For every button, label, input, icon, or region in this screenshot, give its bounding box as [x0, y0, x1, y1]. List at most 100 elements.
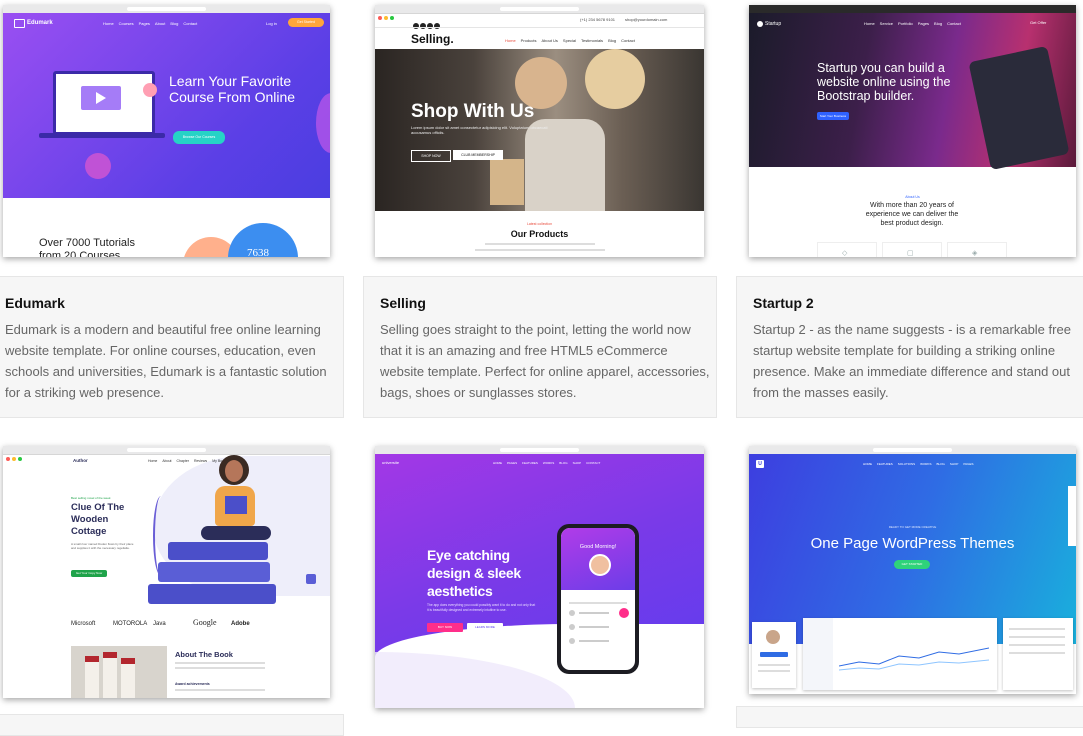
browse-courses-button[interactable]: Browse Our Courses [173, 131, 225, 144]
profile-card-mockup [752, 622, 796, 688]
wp-logo[interactable]: U [756, 460, 764, 468]
laptop-base [39, 133, 165, 138]
cube-icon: ◇ [842, 250, 848, 257]
nav-item[interactable]: Special [563, 38, 576, 43]
circle-shape [85, 153, 111, 179]
nav-item[interactable]: Contact [183, 21, 197, 26]
buy-now-button[interactable]: BUY NOW [427, 623, 463, 632]
nav-item[interactable]: Portfolio [898, 21, 913, 26]
app-logo[interactable]: universite [382, 460, 399, 465]
nav-item[interactable]: FEATURES [877, 462, 893, 466]
brand-google: Google [193, 618, 217, 627]
browser-chrome [749, 5, 1076, 20]
app-preview[interactable]: universite HOME PAGES FEATURES WORKS BLOG SHO… [375, 446, 704, 708]
stat-number: 7638 [247, 247, 269, 257]
get-offer-link[interactable]: Get Offer [1030, 20, 1046, 25]
nav-item[interactable]: About Us [541, 38, 557, 43]
nav-item[interactable]: SHOP [573, 461, 582, 465]
phone-greeting: Good Morning! [579, 544, 617, 550]
app-nav: HOME PAGES FEATURES WORKS BLOG SHOP CONTACT [493, 461, 605, 465]
section-title: Our Products [510, 229, 569, 239]
shopping-bag [490, 159, 524, 205]
feature-box: ◇ [817, 242, 877, 257]
author-blurb: A small river named Duden flows by their… [71, 542, 134, 550]
nav-item[interactable]: About [155, 21, 165, 26]
brand-java: Java [153, 621, 166, 627]
book-stack [158, 562, 270, 582]
nav-item[interactable]: Home [148, 459, 157, 463]
shop-now-button[interactable]: SHOP NOW [411, 150, 451, 162]
nav-item[interactable]: WORKS [543, 461, 554, 465]
selling-subtext: Lorem ipsum dolor sit amet consectetur a… [411, 125, 548, 135]
wp-preview[interactable]: U HOME FEATURES SOLUTIONS WORKS BLOG SHOP PAGE… [749, 446, 1076, 694]
login-link[interactable]: Log in [266, 21, 277, 26]
start-business-button[interactable]: Start Your Business [817, 112, 849, 120]
nav-item[interactable]: BLOG [936, 462, 944, 466]
nav-item[interactable]: Blog [934, 21, 942, 26]
phone-text: (+1) 234 5678 9101 [580, 17, 616, 22]
selling-preview[interactable]: (+1) 234 5678 9101 shop@yourdomain.com S… [375, 5, 704, 257]
nav-item[interactable]: Reviews [194, 459, 207, 463]
startup-info: Startup 2 Startup 2 - as the name sugges… [736, 276, 1083, 418]
tutorials-heading: Over 7000 Tutorials from 20 Courses [39, 237, 135, 257]
side-toolbar[interactable] [1068, 486, 1076, 546]
nav-item[interactable]: Home [505, 38, 516, 43]
person-head [585, 49, 645, 109]
learn-more-button[interactable]: LEARN MORE [467, 623, 503, 632]
nav-item[interactable]: Testimonials [581, 38, 603, 43]
nav-item[interactable]: About [162, 459, 171, 463]
selling-logo[interactable]: Selling. [411, 32, 454, 46]
card-description: Edumark is a modern and beautiful free o… [5, 322, 327, 400]
nav-item[interactable]: Home [103, 21, 114, 26]
nav-item[interactable]: WORKS [920, 462, 931, 466]
nav-item[interactable]: Chapter [177, 459, 189, 463]
nav-item[interactable]: SOLUTIONS [898, 462, 915, 466]
author-logo[interactable]: Author [73, 458, 88, 463]
card-title[interactable]: Startup 2 [753, 295, 814, 311]
selling-headline: Shop With Us [411, 101, 535, 122]
laptop-illustration [53, 71, 155, 135]
edumark-info: Edumark Edumark is a modern and beautifu… [0, 276, 344, 418]
nav-item[interactable]: HOME [493, 461, 502, 465]
nav-item[interactable]: Pages [918, 21, 929, 26]
bubble-shape [143, 83, 157, 97]
nav-item[interactable]: Products [521, 38, 537, 43]
nav-item[interactable]: CONTACT [586, 461, 600, 465]
wp-info [736, 706, 1083, 728]
nav-item[interactable]: PAGES [507, 461, 517, 465]
nav-item[interactable]: Contact [947, 21, 961, 26]
app-blurb: The app does everything you could possib… [427, 603, 536, 612]
edge-blob [316, 93, 330, 153]
section-kicker: Latest collection [526, 222, 553, 226]
nav-item[interactable]: SHOP [950, 462, 959, 466]
get-started-button[interactable]: Get Started [288, 18, 324, 27]
nav-item[interactable]: BLOG [559, 461, 567, 465]
startup-logo[interactable]: Startup [765, 21, 781, 27]
profile-avatar [589, 554, 611, 576]
card-title[interactable]: Edumark [5, 295, 65, 311]
startup-preview[interactable]: Startup Home Service Portfolio Pages Blog Con… [749, 5, 1076, 257]
browser-chrome [3, 446, 330, 461]
nav-item[interactable]: Blog [170, 21, 178, 26]
edumark-preview[interactable]: Edumark Home Courses Pages About Blog Contact… [3, 5, 330, 257]
nav-item[interactable]: Courses [119, 21, 134, 26]
nav-item[interactable]: FEATURES [522, 461, 538, 465]
nav-item[interactable]: Contact [621, 38, 635, 43]
get-copy-button[interactable]: Get Your Copy Now [71, 570, 107, 577]
edumark-hero: Edumark Home Courses Pages About Blog Contact… [3, 13, 330, 198]
browser-chrome [375, 5, 704, 20]
author-preview[interactable]: Author Home About Chapter Reviews My Books B… [3, 446, 330, 698]
startup-logo-icon [757, 21, 763, 27]
person-face [225, 460, 243, 482]
nav-item[interactable]: Service [880, 21, 893, 26]
club-membership-button[interactable]: CLUB MEMBERSHIP [453, 150, 503, 160]
app-headline: Eye catching design & sleek aesthetics [427, 547, 521, 599]
nav-item[interactable]: Pages [139, 21, 150, 26]
get-started-button[interactable]: GET STARTED [894, 560, 930, 569]
nav-item[interactable]: Home [864, 21, 875, 26]
device-photo [968, 45, 1070, 171]
card-title[interactable]: Selling [380, 295, 426, 311]
nav-item[interactable]: PAGES [963, 462, 973, 466]
nav-item[interactable]: HOME [863, 462, 872, 466]
nav-item[interactable]: Blog [608, 38, 616, 43]
